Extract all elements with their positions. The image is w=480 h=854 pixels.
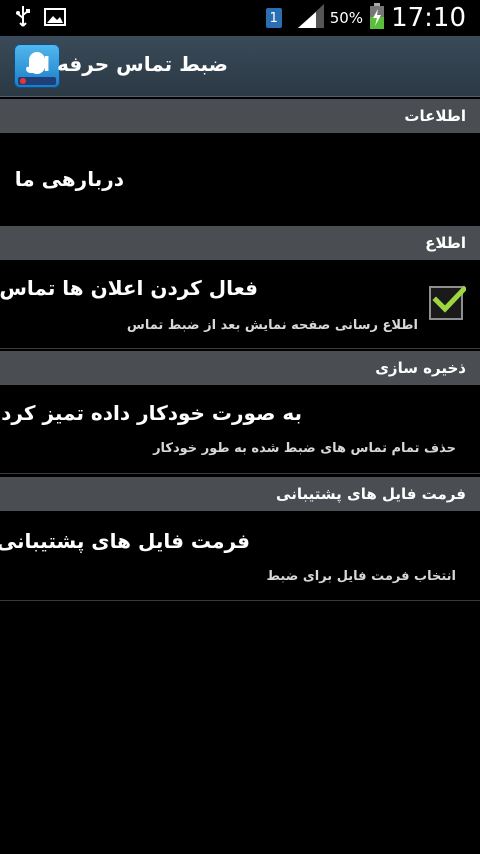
status-bar: 1 50% 17:10 xyxy=(0,0,480,36)
pref-subtitle: حذف تمام تماس های ضبط شده به طور خودکار xyxy=(153,441,456,456)
pref-title: به صورت خودکار داده تمیز کردن xyxy=(0,401,302,425)
pref-title: فعال کردن اعلان ها تماس xyxy=(0,276,258,300)
app-title: ضبط تماس حرفه ای xyxy=(24,52,228,76)
check-icon xyxy=(432,285,466,313)
section-header-info: اطلاعات xyxy=(0,99,480,133)
section-header-file-format: فرمت فایل های پشتیبانی xyxy=(0,477,480,511)
battery-percent: 50% xyxy=(329,9,364,27)
pref-file-format[interactable]: فرمت فایل های پشتیبانی انتخاب فرمت فایل … xyxy=(0,511,480,599)
section-header-storage: ذخیره سازی xyxy=(0,351,480,385)
pref-auto-clean-data[interactable]: به صورت خودکار داده تمیز کردن حذف تمام ت… xyxy=(0,385,480,471)
pref-title: فرمت فایل های پشتیبانی xyxy=(0,529,250,553)
usb-icon xyxy=(16,6,30,32)
image-icon xyxy=(44,8,66,30)
pref-title: دربارهی ما xyxy=(14,167,124,191)
enable-notification-checkbox[interactable] xyxy=(429,285,466,320)
pref-subtitle: انتخاب فرمت فایل برای ضبط xyxy=(266,569,456,584)
action-bar: ضبط تماس حرفه ای xyxy=(0,36,480,97)
clock: 17:10 xyxy=(391,3,466,33)
record-dot-icon xyxy=(20,78,26,84)
pref-about-us[interactable]: دربارهی ما xyxy=(0,133,480,221)
pref-enable-call-notification[interactable]: فعال کردن اعلان ها تماس اطلاع رسانی صفحه… xyxy=(0,260,480,348)
pref-subtitle: اطلاع رسانی صفحه نمایش بعد از ضبط تماس xyxy=(126,318,418,333)
signal-icon xyxy=(297,4,324,32)
section-header-notification: اطلاع xyxy=(0,226,480,260)
battery-charging-icon xyxy=(369,3,385,33)
sim-icon: 1 xyxy=(265,8,282,28)
